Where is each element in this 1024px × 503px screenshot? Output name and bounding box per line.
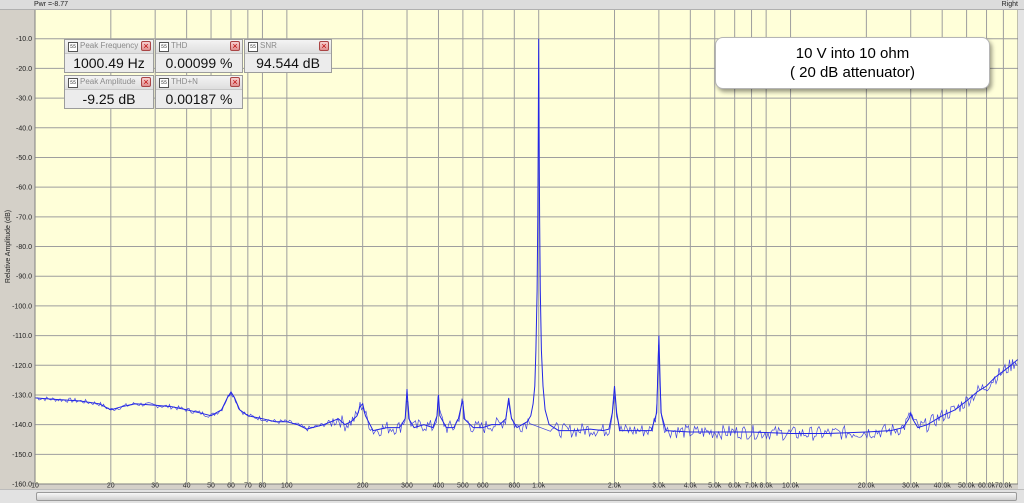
widget-title: Peak Amplitude (80, 77, 136, 86)
widget-header: 55 Peak Amplitude × (65, 76, 153, 90)
widget-header: 55 SNR × (245, 40, 331, 54)
y-tick-label: -20.0 (16, 66, 32, 73)
y-tick-label: -120.0 (12, 363, 32, 370)
meter-icon: 55 (248, 42, 258, 52)
widget-header: 55 Peak Frequency × (65, 40, 153, 54)
annotation-note: 10 V into 10 ohm ( 20 dB attenuator) (715, 37, 990, 89)
y-tick-label: -50.0 (16, 155, 32, 162)
thd-widget[interactable]: 55 THD × 0.00099 % (155, 39, 243, 73)
y-tick-label: -70.0 (16, 214, 32, 221)
y-axis-label: Relative Amplitude (dB) (5, 210, 12, 283)
note-line-1: 10 V into 10 ohm (795, 45, 910, 62)
close-icon[interactable]: × (141, 41, 151, 51)
power-readout: Pwr =-8.77 (34, 1, 69, 8)
y-tick-label: -80.0 (16, 244, 32, 251)
y-tick-label: -140.0 (12, 422, 32, 429)
horizontal-scrollbar[interactable] (0, 489, 1024, 503)
y-tick-label: -160.0 (12, 482, 32, 489)
y-tick-label: -150.0 (12, 452, 32, 459)
vertical-scroll-strip[interactable] (1018, 10, 1024, 489)
close-icon[interactable]: × (141, 77, 151, 87)
top-status-bar: Pwr =-8.77 Right (0, 0, 1024, 10)
y-tick-label: -60.0 (16, 185, 32, 192)
widget-title: THD+N (171, 77, 198, 86)
y-axis-ticks: -10.0 -20.0 -30.0 -40.0 -50.0 -60.0 -70.0 -80.0… (12, 36, 32, 488)
widget-header: 55 THD × (156, 40, 242, 54)
meter-icon: 55 (68, 42, 78, 52)
widget-value: 94.544 dB (256, 55, 320, 71)
y-tick-label: -40.0 (16, 125, 32, 132)
channel-label: Right (1001, 1, 1018, 8)
widget-value: -9.25 dB (82, 91, 136, 107)
y-tick-label: -30.0 (16, 96, 32, 103)
meter-icon: 55 (159, 42, 169, 52)
snr-widget[interactable]: 55 SNR × 94.544 dB (244, 39, 332, 73)
widget-value: 0.00187 % (165, 91, 233, 107)
note-line-2: ( 20 dB attenuator) (789, 64, 916, 81)
y-tick-label: -90.0 (16, 274, 32, 281)
widget-value: 1000.49 Hz (73, 55, 145, 71)
widget-title: THD (171, 41, 188, 50)
scrollbar-thumb[interactable] (36, 492, 1017, 501)
y-tick-label: -10.0 (16, 36, 32, 43)
y-tick-label: -130.0 (12, 392, 32, 399)
thd-n-widget[interactable]: 55 THD+N × 0.00187 % (155, 75, 243, 109)
widget-value: 0.00099 % (165, 55, 233, 71)
y-tick-label: -100.0 (12, 303, 32, 310)
close-icon[interactable]: × (230, 77, 240, 87)
meter-icon: 55 (159, 78, 169, 88)
peak-amplitude-widget[interactable]: 55 Peak Amplitude × -9.25 dB (64, 75, 154, 109)
close-icon[interactable]: × (230, 41, 240, 51)
close-icon[interactable]: × (319, 41, 329, 51)
peak-frequency-widget[interactable]: 55 Peak Frequency × 1000.49 Hz (64, 39, 154, 73)
meter-icon: 55 (68, 78, 78, 88)
widget-title: Peak Frequency (80, 41, 139, 50)
widget-header: 55 THD+N × (156, 76, 242, 90)
y-tick-label: -110.0 (13, 333, 32, 340)
widget-title: SNR (260, 41, 277, 50)
